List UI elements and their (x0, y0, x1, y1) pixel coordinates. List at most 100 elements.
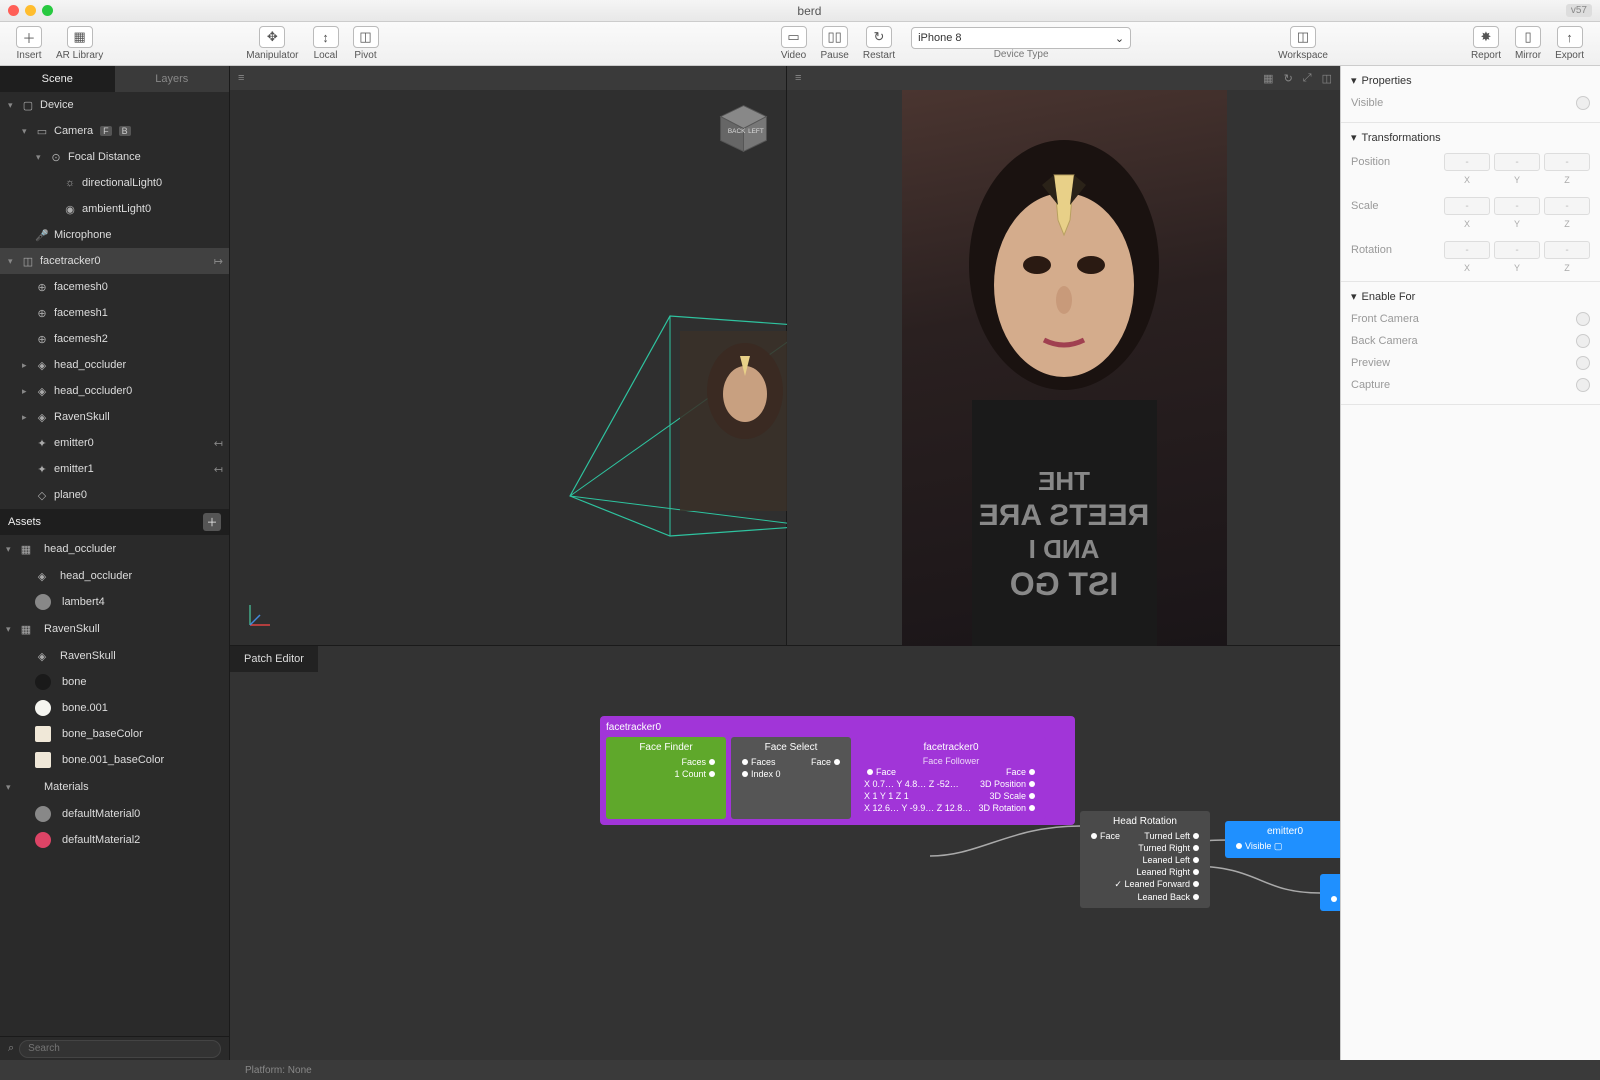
asset-tree[interactable]: ▾▦head_occluder◈head_occluderlambert4▾▦R… (0, 535, 229, 1036)
tab-scene[interactable]: Scene (0, 66, 115, 92)
ar-library-button[interactable]: ▦AR Library (50, 26, 109, 61)
tree-node-emitter1[interactable]: ✦emitter1↤ (0, 456, 229, 482)
transformations-header[interactable]: ▾ Transformations (1351, 131, 1590, 144)
report-button[interactable]: ✸Report (1465, 26, 1507, 61)
asset-head_occluder[interactable]: ▾▦head_occluder (0, 535, 229, 563)
bug-icon: ✸ (1473, 26, 1499, 48)
properties-header[interactable]: ▾ Properties (1351, 74, 1590, 87)
asset-RavenSkull[interactable]: ◈RavenSkull (0, 643, 229, 669)
node-head-rotation[interactable]: Head Rotation FaceTurned Left Turned Rig… (1080, 811, 1210, 908)
asset-defaultMaterial0[interactable]: defaultMaterial0 (0, 801, 229, 827)
tree-node-RavenSkull[interactable]: ▸◈RavenSkull (0, 404, 229, 430)
asset-bone_baseColor[interactable]: bone_baseColor (0, 721, 229, 747)
tree-node-facemesh1[interactable]: ⊕facemesh1 (0, 300, 229, 326)
tree-node-plane0[interactable]: ◇plane0 (0, 482, 229, 508)
search-input[interactable] (19, 1040, 221, 1058)
tree-node-facetracker0[interactable]: ▾◫facetracker0↦ (0, 248, 229, 274)
local-icon: ↕ (313, 26, 339, 48)
workspace-icon: ◫ (1290, 26, 1316, 48)
asset-lambert4[interactable]: lambert4 (0, 589, 229, 615)
restart-button[interactable]: ↻Restart (857, 26, 901, 61)
pause-icon: ▯▯ (822, 26, 848, 48)
rotation-label: Rotation (1351, 244, 1392, 256)
scene-tree[interactable]: ▾▢Device▾▭CameraFB▾⊙Focal Distance☼direc… (0, 92, 229, 509)
close-button[interactable] (8, 5, 19, 16)
maximize-button[interactable] (42, 5, 53, 16)
orientation-cube[interactable]: BACK LEFT (716, 101, 771, 156)
tree-node-ambientLight0[interactable]: ◉ambientLight0 (0, 196, 229, 222)
device-select[interactable]: iPhone 8⌄ (911, 27, 1131, 49)
asset-bone[interactable]: bone (0, 669, 229, 695)
preview-image: THE REETS ARE AND I IST GO (902, 90, 1227, 646)
node-face-select[interactable]: Face Select FacesFace Index 0 (731, 737, 851, 819)
node-facetracker[interactable]: facetracker0 Face Follower FaceFace X 0.… (856, 737, 1046, 819)
tree-node-directionalLight0[interactable]: ☼directionalLight0 (0, 170, 229, 196)
enable-for-header[interactable]: ▾ Enable For (1351, 290, 1590, 303)
video-button[interactable]: ▭Video (775, 26, 813, 61)
tree-node-Microphone[interactable]: 🎤Microphone (0, 222, 229, 248)
preview-toggle[interactable] (1576, 356, 1590, 370)
window-title: berd (53, 4, 1566, 18)
add-asset-button[interactable]: ＋ (203, 513, 221, 531)
export-icon: ↑ (1557, 26, 1583, 48)
scale-fields[interactable]: --- (1444, 197, 1590, 215)
insert-button[interactable]: ＋Insert (10, 26, 48, 61)
front-camera-toggle[interactable] (1576, 312, 1590, 326)
asset-bone.001[interactable]: bone.001 (0, 695, 229, 721)
visible-toggle[interactable] (1576, 96, 1590, 110)
asset-RavenSkull[interactable]: ▾▦RavenSkull (0, 615, 229, 643)
patch-tab[interactable]: Patch Editor (230, 646, 318, 672)
asset-defaultMaterial2[interactable]: defaultMaterial2 (0, 827, 229, 853)
node-emitter1[interactable]: emitter1 Visible ▢ (1320, 874, 1340, 911)
version-badge: v57 (1566, 4, 1592, 17)
back-camera-toggle[interactable] (1576, 334, 1590, 348)
viewport-3d[interactable]: ≡ BACK LEFT (230, 66, 787, 645)
svg-text:IST GO: IST GO (1010, 566, 1118, 602)
manipulator-button[interactable]: ✥Manipulator (240, 26, 304, 61)
mirror-icon: ▯ (1515, 26, 1541, 48)
tree-node-Device[interactable]: ▾▢Device (0, 92, 229, 118)
grid-icon[interactable]: ▦ (1263, 72, 1273, 85)
rotation-fields[interactable]: --- (1444, 241, 1590, 259)
mirror-button[interactable]: ▯Mirror (1509, 26, 1547, 61)
svg-text:REETS ARE: REETS ARE (979, 499, 1150, 532)
expand-icon[interactable]: ⤢ (1303, 72, 1312, 85)
inspector-panel: ▾ Properties Visible ▾ Transformations P… (1340, 66, 1600, 1060)
tab-layers[interactable]: Layers (115, 66, 230, 92)
asset-bone.001_baseColor[interactable]: bone.001_baseColor (0, 747, 229, 773)
menu-icon[interactable]: ≡ (238, 72, 244, 84)
layout-icon[interactable]: ◫ (1322, 72, 1332, 85)
node-emitter0[interactable]: emitter0 Visible ▢ (1225, 821, 1340, 858)
patch-editor[interactable]: Patch Editor facetracker0 Face Finder Fa… (230, 646, 1340, 1060)
patch-group-facetracker[interactable]: facetracker0 Face Finder Faces 1 Count F… (600, 716, 1075, 825)
tree-node-facemesh0[interactable]: ⊕facemesh0 (0, 274, 229, 300)
pivot-button[interactable]: ◫Pivot (347, 26, 385, 61)
traffic-lights (8, 5, 53, 16)
viewport-preview[interactable]: ≡ ▦ ↻ ⤢ ◫ (787, 66, 1340, 645)
tree-node-head_occluder0[interactable]: ▸◈head_occluder0 (0, 378, 229, 404)
chevron-down-icon: ⌄ (1115, 32, 1124, 45)
minimize-button[interactable] (25, 5, 36, 16)
plus-icon: ＋ (16, 26, 42, 48)
move-icon: ✥ (259, 26, 285, 48)
svg-text:AND I: AND I (1029, 534, 1100, 564)
refresh-icon[interactable]: ↻ (1284, 72, 1293, 85)
svg-text:LEFT: LEFT (748, 128, 764, 135)
local-button[interactable]: ↕Local (307, 26, 345, 61)
tree-node-Focal Distance[interactable]: ▾⊙Focal Distance (0, 144, 229, 170)
capture-toggle[interactable] (1576, 378, 1590, 392)
asset-Materials[interactable]: ▾Materials (0, 773, 229, 801)
tree-node-Camera[interactable]: ▾▭CameraFB (0, 118, 229, 144)
pause-button[interactable]: ▯▯Pause (815, 26, 855, 61)
tree-node-facemesh2[interactable]: ⊕facemesh2 (0, 326, 229, 352)
asset-head_occluder[interactable]: ◈head_occluder (0, 563, 229, 589)
position-fields[interactable]: --- (1444, 153, 1590, 171)
visible-label: Visible (1351, 97, 1383, 109)
workspace-button[interactable]: ◫Workspace (1272, 26, 1334, 61)
node-face-finder[interactable]: Face Finder Faces 1 Count (606, 737, 726, 819)
tree-node-head_occluder[interactable]: ▸◈head_occluder (0, 352, 229, 378)
export-button[interactable]: ↑Export (1549, 26, 1590, 61)
tree-node-emitter0[interactable]: ✦emitter0↤ (0, 430, 229, 456)
menu-icon[interactable]: ≡ (795, 72, 801, 84)
titlebar: berd v57 (0, 0, 1600, 22)
